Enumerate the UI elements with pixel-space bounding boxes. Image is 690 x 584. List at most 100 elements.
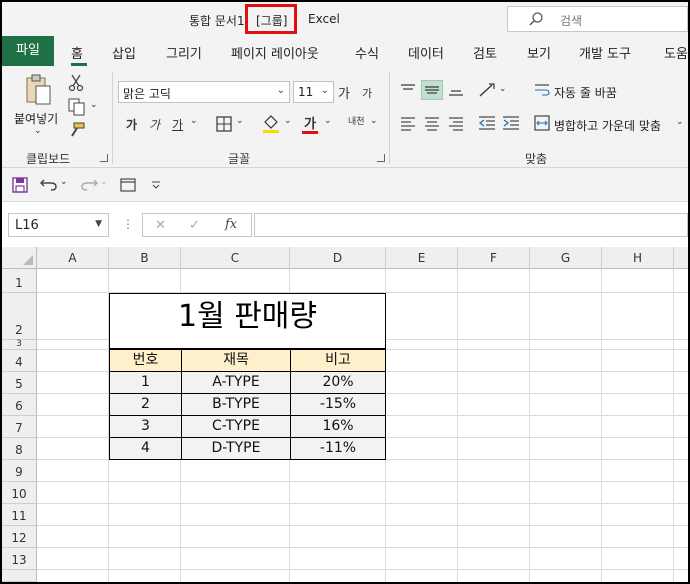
shrink-font-button[interactable]: 가 xyxy=(362,85,372,101)
borders-icon[interactable] xyxy=(216,116,232,132)
row-header-6[interactable]: 6 xyxy=(2,394,37,416)
confirm-entry-button[interactable]: ✓ xyxy=(189,218,200,233)
column-header-g[interactable]: G xyxy=(530,247,602,269)
decrease-indent-icon[interactable] xyxy=(478,115,496,131)
formula-input[interactable] xyxy=(254,213,688,237)
window-icon[interactable] xyxy=(120,178,136,192)
chevron-down-icon[interactable]: ⌄ xyxy=(370,116,378,126)
paste-button[interactable]: 붙여넣기 ⌄ xyxy=(12,74,58,136)
chevron-down-icon[interactable]: ⌄ xyxy=(90,100,98,110)
format-painter-icon[interactable] xyxy=(68,122,86,138)
tab-view[interactable]: 보기 xyxy=(527,43,551,62)
row-header-9[interactable]: 9 xyxy=(2,460,37,482)
chevron-down-icon[interactable]: ⌄ xyxy=(499,84,507,94)
name-box[interactable]: L16 ▼ xyxy=(8,213,109,237)
row-header-2[interactable]: 2 xyxy=(2,293,37,340)
spacer-cell[interactable] xyxy=(109,339,386,349)
column-header-h[interactable]: H xyxy=(602,247,674,269)
tab-insert[interactable]: 삽입 xyxy=(112,43,136,62)
search-box[interactable]: 검색 xyxy=(507,6,688,32)
row-header-7[interactable]: 7 xyxy=(2,416,37,438)
column-header-e[interactable]: E xyxy=(386,247,458,269)
italic-button[interactable]: 가 xyxy=(149,116,160,133)
bold-button[interactable]: 가 xyxy=(126,116,137,133)
increase-indent-icon[interactable] xyxy=(502,115,520,131)
row-header-13[interactable]: 13 xyxy=(2,548,37,570)
undo-icon[interactable] xyxy=(40,176,58,192)
chevron-down-icon[interactable]: ⌄ xyxy=(190,116,198,126)
table-cell[interactable]: 1 xyxy=(109,371,182,394)
tab-review[interactable]: 검토 xyxy=(473,43,497,62)
underline-button[interactable]: 가 xyxy=(172,116,183,133)
tab-help[interactable]: 도움 xyxy=(664,43,688,62)
grow-font-button[interactable]: 가 xyxy=(338,83,350,102)
row-header-5[interactable]: 5 xyxy=(2,372,37,394)
column-header-f[interactable]: F xyxy=(458,247,530,269)
chevron-down-icon[interactable]: ⌄ xyxy=(676,117,684,127)
align-right-button[interactable] xyxy=(445,113,467,133)
header-cell-title[interactable]: 재목 xyxy=(181,349,291,372)
wrap-text-icon[interactable] xyxy=(534,82,550,98)
column-header-c[interactable]: C xyxy=(181,247,290,269)
tab-draw[interactable]: 그리기 xyxy=(166,43,202,62)
row-header-12[interactable]: 12 xyxy=(2,526,37,548)
table-cell[interactable]: D-TYPE xyxy=(181,437,291,460)
cut-icon[interactable] xyxy=(68,74,84,92)
row-header-14-partial[interactable] xyxy=(2,570,37,582)
chevron-down-icon[interactable]: ⌄ xyxy=(60,177,68,187)
row-header-11[interactable]: 11 xyxy=(2,504,37,526)
tab-file[interactable]: 파일 xyxy=(2,36,54,66)
sheet-title-cell[interactable]: 1월 판매량 xyxy=(109,293,386,340)
customize-qat-icon[interactable] xyxy=(151,180,161,190)
row-header-4[interactable]: 4 xyxy=(2,350,37,372)
align-middle-button[interactable] xyxy=(421,80,443,100)
font-dialog-launcher[interactable] xyxy=(377,154,385,162)
merge-center-icon[interactable] xyxy=(534,115,550,131)
font-name-select[interactable]: 맑은 고딕 ⌄ xyxy=(118,81,290,103)
phonetic-guide-button[interactable]: 내천 xyxy=(348,114,365,127)
redo-icon[interactable] xyxy=(80,176,98,192)
row-header-3[interactable]: 3 xyxy=(2,340,37,350)
header-cell-number[interactable]: 번호 xyxy=(109,349,182,372)
chevron-down-icon[interactable]: ⌄ xyxy=(284,116,292,126)
merge-center-button[interactable]: 병합하고 가운데 맞춤 xyxy=(554,117,661,134)
row-header-8[interactable]: 8 xyxy=(2,438,37,460)
table-cell[interactable]: C-TYPE xyxy=(181,415,291,438)
chevron-down-icon[interactable]: ⌄ xyxy=(324,116,332,126)
column-header-b[interactable]: B xyxy=(109,247,181,269)
orientation-icon[interactable] xyxy=(478,82,496,98)
chevron-down-icon[interactable]: ⌄ xyxy=(100,177,108,187)
align-top-button[interactable] xyxy=(397,80,419,100)
table-cell[interactable]: B-TYPE xyxy=(181,393,291,416)
clipboard-dialog-launcher[interactable] xyxy=(100,154,108,162)
row-header-1[interactable]: 1 xyxy=(2,269,37,293)
formula-bar-options-icon[interactable]: ⋮ xyxy=(122,217,134,231)
font-size-select[interactable]: 11 ⌄ xyxy=(293,81,334,103)
column-header-d[interactable]: D xyxy=(290,247,386,269)
tab-formulas[interactable]: 수식 xyxy=(355,43,379,62)
table-cell[interactable]: 2 xyxy=(109,393,182,416)
save-icon[interactable] xyxy=(12,177,28,193)
font-color-button[interactable]: 가 xyxy=(304,113,316,132)
align-bottom-button[interactable] xyxy=(445,80,467,100)
table-cell[interactable]: -15% xyxy=(290,393,386,416)
table-cell[interactable]: 4 xyxy=(109,437,182,460)
row-header-10[interactable]: 10 xyxy=(2,482,37,504)
chevron-down-icon[interactable]: ⌄ xyxy=(236,116,244,126)
column-header-a[interactable]: A xyxy=(37,247,109,269)
copy-icon[interactable] xyxy=(68,98,86,116)
align-left-button[interactable] xyxy=(397,113,419,133)
table-cell[interactable]: 3 xyxy=(109,415,182,438)
wrap-text-button[interactable]: 자동 줄 바꿈 xyxy=(554,84,617,101)
insert-function-button[interactable]: fx xyxy=(225,217,237,232)
table-cell[interactable]: 16% xyxy=(290,415,386,438)
table-cell[interactable]: -11% xyxy=(290,437,386,460)
tab-developer[interactable]: 개발 도구 xyxy=(579,43,631,62)
header-cell-note[interactable]: 비고 xyxy=(290,349,386,372)
worksheet-grid[interactable]: A B C D E F G H 1 2 3 4 5 6 7 8 9 10 11 … xyxy=(2,247,688,582)
fill-color-icon[interactable] xyxy=(262,114,280,134)
table-cell[interactable]: 20% xyxy=(290,371,386,394)
column-header-i-partial[interactable] xyxy=(674,247,688,269)
cancel-entry-button[interactable]: ✕ xyxy=(155,218,166,233)
tab-page-layout[interactable]: 페이지 레이아웃 xyxy=(231,43,319,62)
